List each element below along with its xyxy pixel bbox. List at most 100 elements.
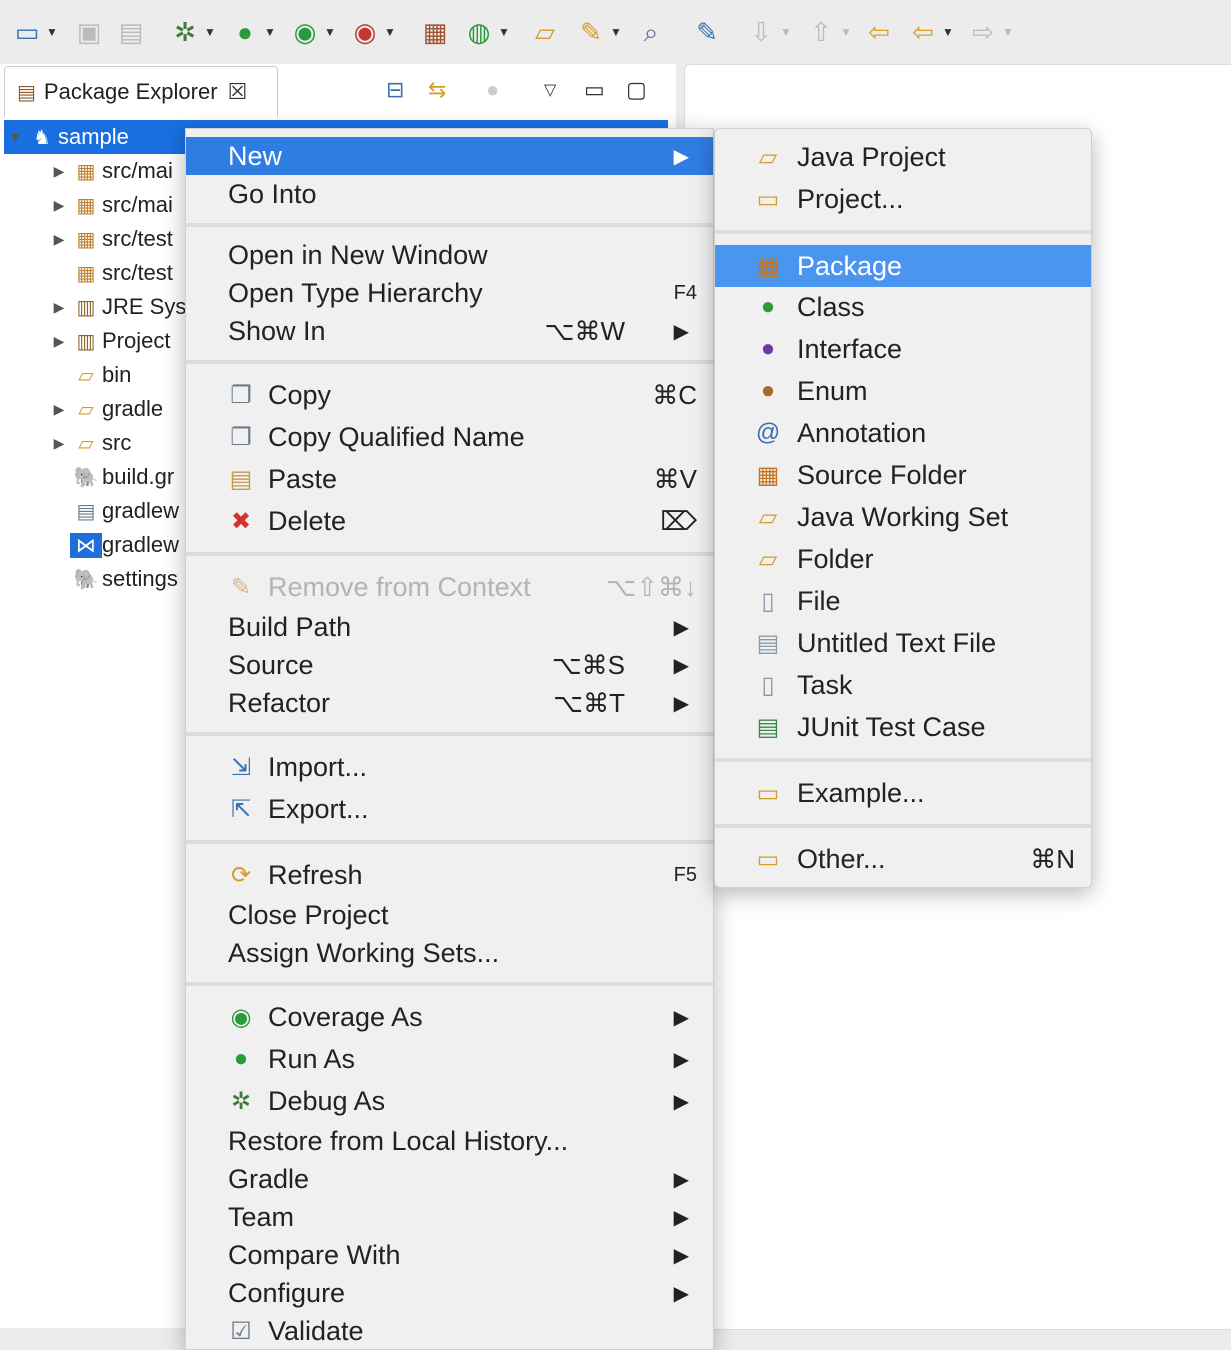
menu-item-restore-local-history[interactable]: Restore from Local History... [186,1122,713,1160]
collapsed-arrow-icon[interactable]: ▶ [48,197,70,214]
view-menu-button[interactable]: ▽ [544,72,556,108]
debug-button[interactable]: ✲ ▼ [168,14,216,50]
menu-item-paste[interactable]: ▤ Paste ⌘V [186,460,713,498]
close-icon[interactable]: ☒ [228,79,248,105]
collapse-all-button[interactable]: ⊟ [386,72,404,108]
menu-item-refactor[interactable]: Refactor ⌥⌘T ▶ [186,684,713,722]
menu-item-file[interactable]: ▯ File [715,582,1091,620]
menu-item-assign-working-sets[interactable]: Assign Working Sets... [186,934,713,972]
menu-item-compare-with[interactable]: Compare With ▶ [186,1236,713,1274]
toggle-mark-occurrences-button[interactable]: ✎ [690,14,724,50]
save-button[interactable]: ▣ [72,14,106,50]
tree-node-source-folder[interactable]: ▶ ▦ src/mai [48,188,173,222]
menu-item-export[interactable]: ⇱ Export... [186,790,713,828]
menu-item-run-as[interactable]: ● Run As ▶ [186,1040,713,1078]
collapsed-arrow-icon[interactable]: ▶ [48,299,70,316]
focus-task-button[interactable]: ● [486,72,499,108]
tree-node-source-folder[interactable]: ▦ src/test [48,256,173,290]
menu-item-interface[interactable]: ● Interface [715,330,1091,368]
menu-item-show-in[interactable]: Show In ⌥⌘W ▶ [186,312,713,350]
menu-item-source-folder[interactable]: ▦ Source Folder [715,456,1091,494]
tree-node-folder[interactable]: ▶ ▱ gradle [48,392,164,426]
collapsed-arrow-icon[interactable]: ▶ [48,435,70,452]
menu-item-class[interactable]: ● Class [715,288,1091,326]
menu-item-team[interactable]: Team ▶ [186,1198,713,1236]
dropdown-arrow-icon[interactable]: ▼ [46,25,58,39]
menu-item-project[interactable]: ▭ Project... [715,180,1091,218]
menu-item-refresh[interactable]: ⟳ Refresh F5 [186,856,713,894]
dropdown-arrow-icon[interactable]: ▼ [1002,25,1014,39]
open-task-button[interactable]: ✎ ▼ [574,14,622,50]
menu-item-package[interactable]: ▦ Package [715,245,1091,287]
menu-item-close-project[interactable]: Close Project [186,896,713,934]
dropdown-arrow-icon[interactable]: ▼ [610,25,622,39]
expanded-arrow-icon[interactable]: ▼ [4,129,26,145]
tree-node-folder[interactable]: ▱ bin [48,358,131,392]
menu-item-delete[interactable]: ✖ Delete ⌦ [186,502,713,540]
dropdown-arrow-icon[interactable]: ▼ [498,25,510,39]
dropdown-arrow-icon[interactable]: ▼ [204,25,216,39]
tree-node-file[interactable]: 🐘 settings [48,562,178,596]
dropdown-arrow-icon[interactable]: ▼ [942,25,954,39]
menu-item-go-into[interactable]: Go Into [186,175,713,213]
new-class-button[interactable]: ◍ ▼ [462,14,510,50]
tree-node-source-folder[interactable]: ▶ ▦ src/mai [48,154,173,188]
menu-item-enum[interactable]: ● Enum [715,372,1091,410]
tree-node-file[interactable]: 🐘 build.gr [48,460,175,494]
menu-item-source[interactable]: Source ⌥⌘S ▶ [186,646,713,684]
dropdown-arrow-icon[interactable]: ▼ [780,25,792,39]
menu-item-example[interactable]: ▭ Example... [715,774,1091,812]
collapsed-arrow-icon[interactable]: ▶ [48,231,70,248]
minimize-button[interactable]: ▭ [584,72,605,108]
dropdown-arrow-icon[interactable]: ▼ [840,25,852,39]
new-package-button[interactable]: ▦ [418,14,452,50]
collapsed-arrow-icon[interactable]: ▶ [48,401,70,418]
tree-node-folder[interactable]: ▶ ▱ src [48,426,132,460]
last-edit-location-button[interactable]: ⇦ [862,14,896,50]
package-explorer-tab[interactable]: ▤ Package Explorer ☒ [4,66,278,117]
menu-item-copy[interactable]: ❐ Copy ⌘C [186,376,713,414]
tree-node-source-folder[interactable]: ▶ ▦ src/test [48,222,173,256]
menu-item-coverage-as[interactable]: ◉ Coverage As ▶ [186,998,713,1036]
menu-item-other[interactable]: ▭ Other... ⌘N [715,840,1091,878]
menu-item-validate[interactable]: ☑ Validate [186,1312,713,1350]
menu-item-java-working-set[interactable]: ▱ Java Working Set [715,498,1091,536]
menu-item-configure[interactable]: Configure ▶ [186,1274,713,1312]
menu-item-copy-qualified-name[interactable]: ❐ Copy Qualified Name [186,418,713,456]
menu-item-annotation[interactable]: @ Annotation [715,414,1091,452]
run-external-tools-button[interactable]: ◉ ▼ [348,14,396,50]
menu-item-task[interactable]: ▯ Task [715,666,1091,704]
menu-item-junit-test-case[interactable]: ▤ JUnit Test Case [715,708,1091,746]
menu-item-debug-as[interactable]: ✲ Debug As ▶ [186,1082,713,1120]
link-with-editor-button[interactable]: ⇆ [428,72,446,108]
tree-node-file[interactable]: ⋈ gradlew [48,528,179,562]
dropdown-arrow-icon[interactable]: ▼ [264,25,276,39]
back-button[interactable]: ⇦ ▼ [906,14,954,50]
forward-button[interactable]: ⇨ ▼ [966,14,1014,50]
menu-item-build-path[interactable]: Build Path ▶ [186,608,713,646]
save-all-button[interactable]: ▤ [114,14,148,50]
collapsed-arrow-icon[interactable]: ▶ [48,333,70,350]
collapsed-arrow-icon[interactable]: ▶ [48,163,70,180]
tree-node-file[interactable]: ▤ gradlew [48,494,180,528]
tree-node-library[interactable]: ▶ ▥ Project [48,324,171,358]
run-button[interactable]: ● ▼ [228,14,276,50]
dropdown-arrow-icon[interactable]: ▼ [324,25,336,39]
new-wizard-button[interactable]: ▭ ▼ [10,14,58,50]
search-button[interactable]: ⌕ [634,14,668,50]
menu-item-java-project[interactable]: ▱ Java Project [715,138,1091,176]
tree-node-library[interactable]: ▶ ▥ JRE Sys [48,290,187,324]
next-annotation-button[interactable]: ⇩ ▼ [744,14,792,50]
coverage-button[interactable]: ◉ ▼ [288,14,336,50]
menu-item-open-new-window[interactable]: Open in New Window [186,236,713,274]
menu-item-import[interactable]: ⇲ Import... [186,748,713,786]
menu-item-untitled-text-file[interactable]: ▤ Untitled Text File [715,624,1091,662]
menu-item-gradle[interactable]: Gradle ▶ [186,1160,713,1198]
maximize-button[interactable]: ▢ [626,72,647,108]
menu-item-folder[interactable]: ▱ Folder [715,540,1091,578]
menu-item-new[interactable]: New ▶ [186,137,713,175]
menu-item-open-type-hierarchy[interactable]: Open Type Hierarchy F4 [186,274,713,312]
dropdown-arrow-icon[interactable]: ▼ [384,25,396,39]
previous-annotation-button[interactable]: ⇧ ▼ [804,14,852,50]
open-type-button[interactable]: ▱ [528,14,562,50]
